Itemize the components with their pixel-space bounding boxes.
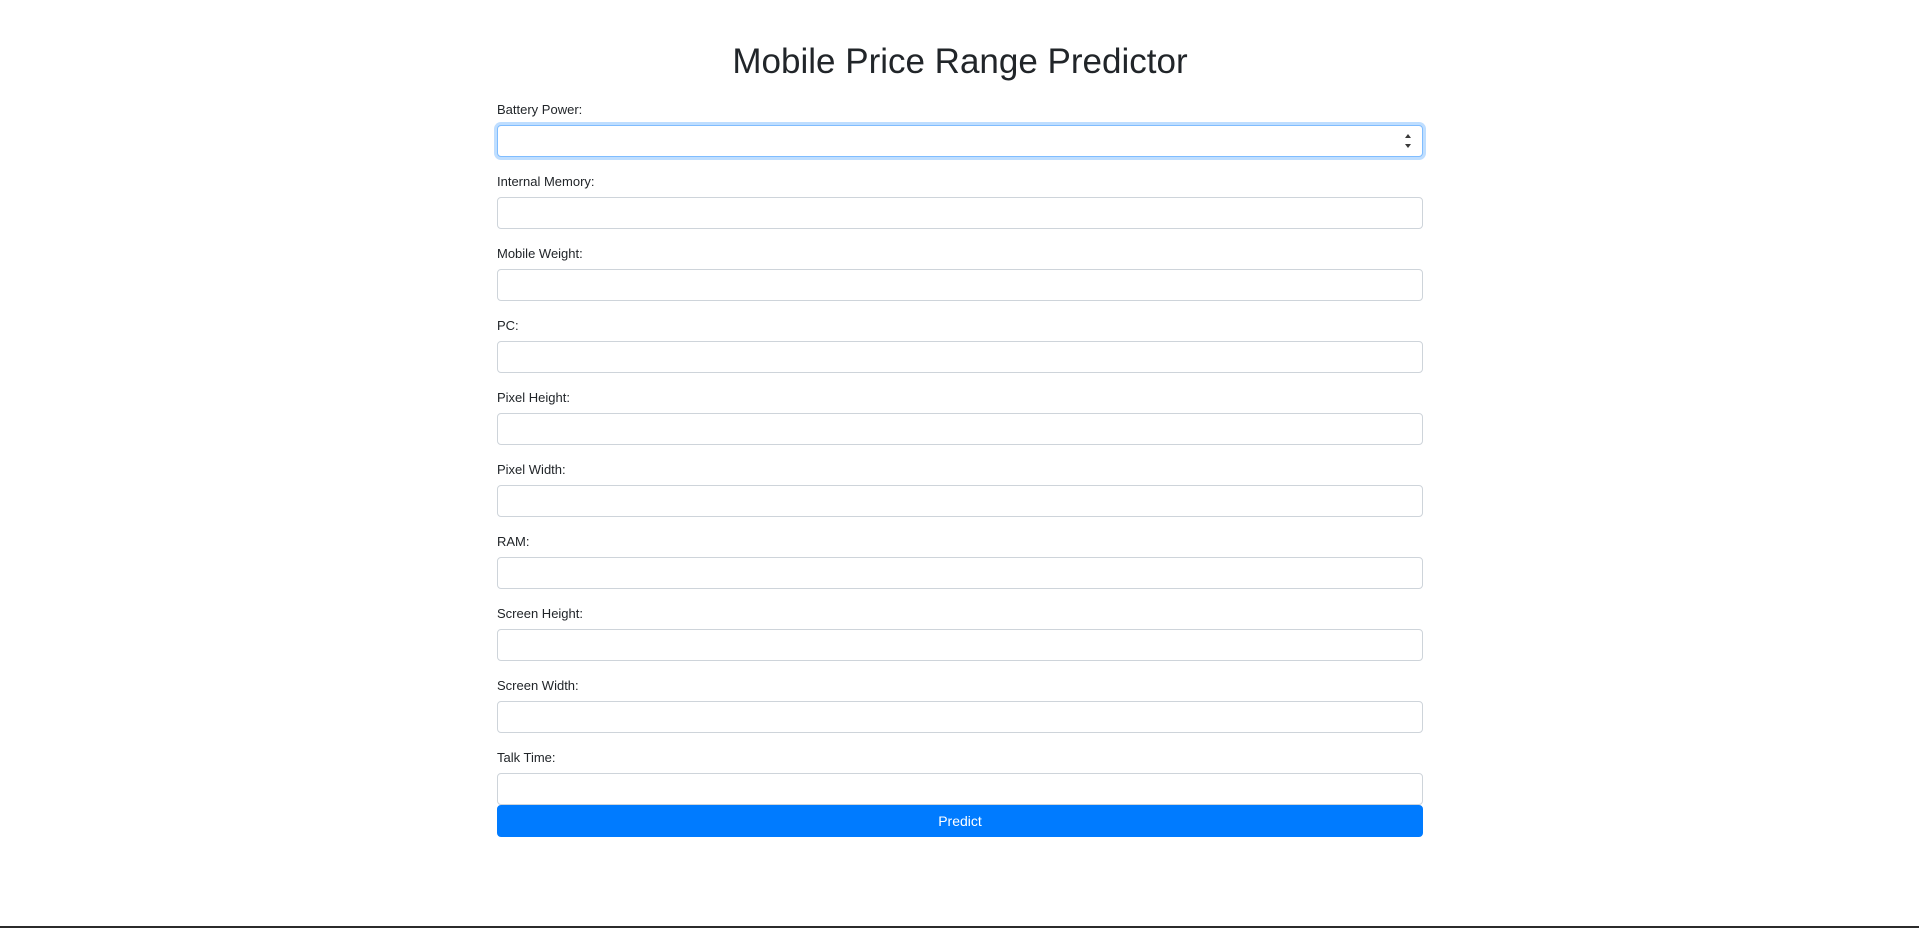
screen-height-label: Screen Height:	[497, 606, 583, 621]
spin-down-arrow-icon[interactable]	[1405, 144, 1411, 148]
pc-label: PC:	[497, 318, 519, 333]
page-title: Mobile Price Range Predictor	[732, 42, 1188, 81]
screen-height-group: Screen Height:	[497, 604, 1423, 676]
talk-time-input-wrap	[497, 773, 1423, 805]
battery-power-label: Battery Power:	[497, 102, 583, 117]
ram-group: RAM:	[497, 532, 1423, 604]
mobile-weight-label: Mobile Weight:	[497, 246, 583, 261]
pixel-width-input-wrap	[497, 485, 1423, 517]
ram-label: RAM:	[497, 534, 530, 549]
screen-width-input[interactable]	[497, 701, 1423, 733]
talk-time-input[interactable]	[497, 773, 1423, 805]
screen-width-label: Screen Width:	[497, 678, 579, 693]
pixel-width-label: Pixel Width:	[497, 462, 566, 477]
internal-memory-group: Internal Memory:	[497, 172, 1423, 244]
form-container: Mobile Price Range Predictor Battery Pow…	[497, 0, 1423, 837]
talk-time-group: Talk Time:	[497, 748, 1423, 805]
mobile-weight-group: Mobile Weight:	[497, 244, 1423, 316]
pixel-height-group: Pixel Height:	[497, 388, 1423, 460]
battery-power-group: Battery Power:	[497, 100, 1423, 172]
pixel-width-group: Pixel Width:	[497, 460, 1423, 532]
number-spinner-icon[interactable]	[1403, 134, 1413, 148]
predictor-form: Battery Power: Internal Memory: Mobile W…	[497, 100, 1423, 837]
internal-memory-input[interactable]	[497, 197, 1423, 229]
page: Mobile Price Range Predictor Battery Pow…	[0, 0, 1919, 928]
battery-power-input[interactable]	[497, 125, 1423, 157]
screen-width-group: Screen Width:	[497, 676, 1423, 748]
pc-input[interactable]	[497, 341, 1423, 373]
pixel-height-input-wrap	[497, 413, 1423, 445]
talk-time-label: Talk Time:	[497, 750, 556, 765]
screen-height-input[interactable]	[497, 629, 1423, 661]
mobile-weight-input-wrap	[497, 269, 1423, 301]
internal-memory-label: Internal Memory:	[497, 174, 595, 189]
pc-group: PC:	[497, 316, 1423, 388]
spin-up-arrow-icon[interactable]	[1405, 134, 1411, 138]
ram-input-wrap	[497, 557, 1423, 589]
ram-input[interactable]	[497, 557, 1423, 589]
pixel-width-input[interactable]	[497, 485, 1423, 517]
mobile-weight-input[interactable]	[497, 269, 1423, 301]
battery-power-input-wrap	[497, 125, 1423, 157]
predict-button[interactable]: Predict	[497, 805, 1423, 837]
screen-width-input-wrap	[497, 701, 1423, 733]
pc-input-wrap	[497, 341, 1423, 373]
pixel-height-input[interactable]	[497, 413, 1423, 445]
pixel-height-label: Pixel Height:	[497, 390, 570, 405]
screen-height-input-wrap	[497, 629, 1423, 661]
internal-memory-input-wrap	[497, 197, 1423, 229]
